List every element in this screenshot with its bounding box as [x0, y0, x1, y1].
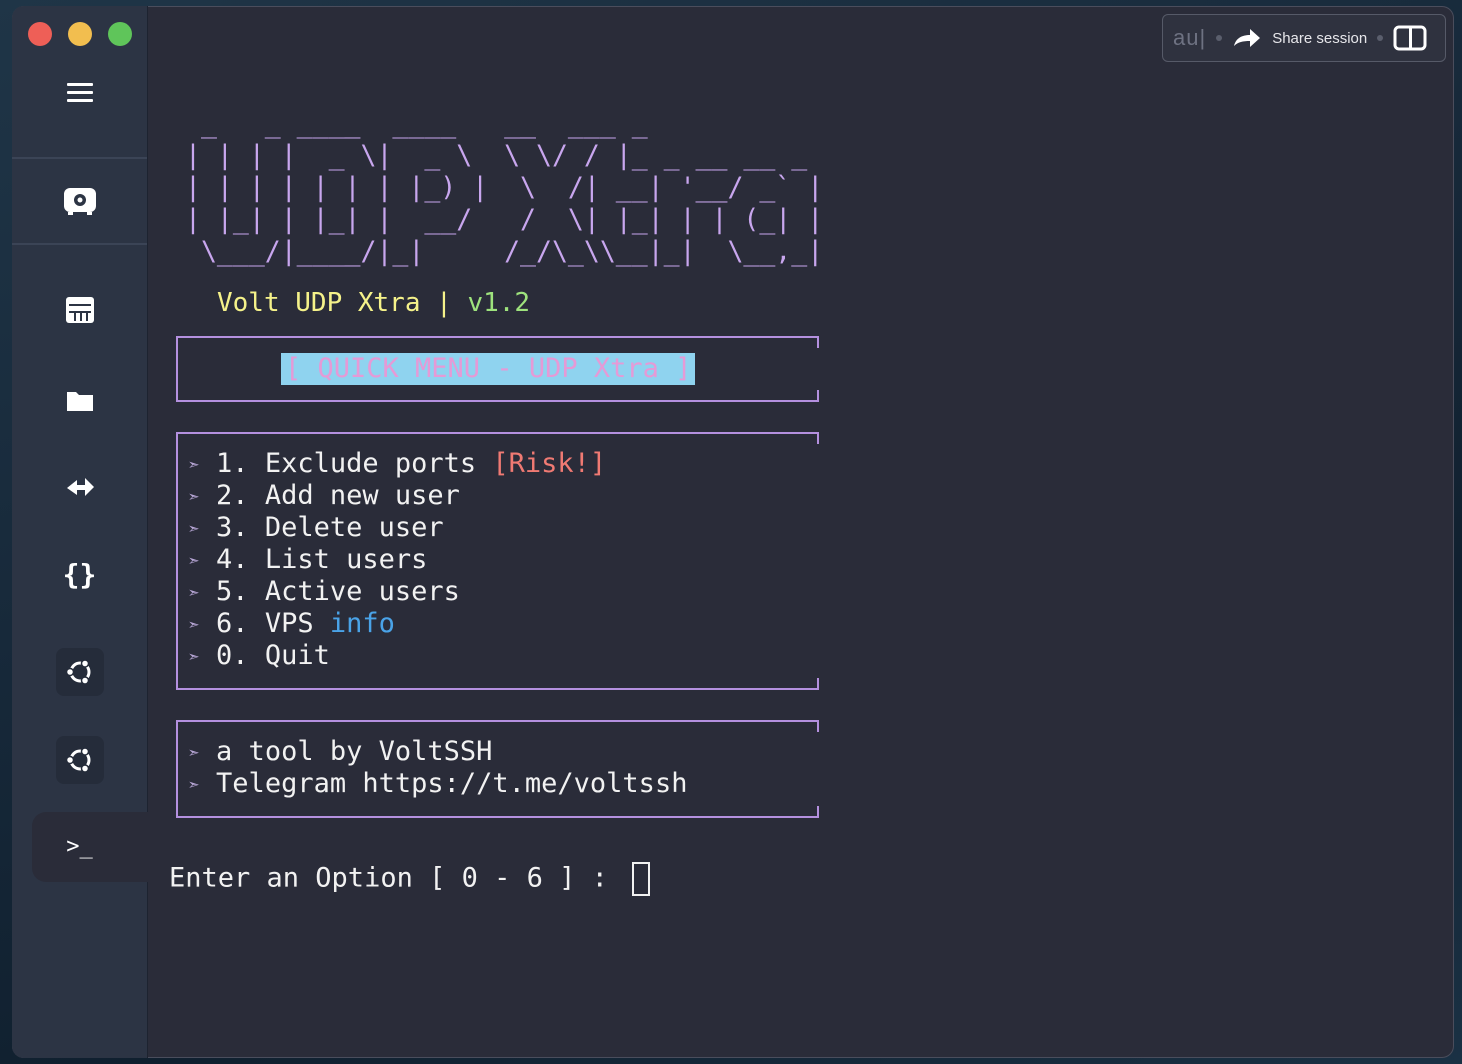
- menu-item: ➣ 0. Quit: [188, 640, 330, 671]
- menu-item: ➣ 4. List users: [188, 544, 427, 575]
- menu-item-label: 1. Exclude ports: [216, 448, 493, 479]
- menu-item-label: 6. VPS: [216, 608, 330, 639]
- share-session-button[interactable]: Share session: [1272, 30, 1367, 47]
- arrow-icon: ➣: [188, 452, 201, 477]
- menu-item-label: 5. Active users: [216, 576, 460, 607]
- sidebar: {} >_: [12, 6, 152, 1058]
- port-forwarding-icon[interactable]: [12, 474, 147, 505]
- menu-box: ➣ 1. Exclude ports [Risk!] ➣ 2. Add new us…: [176, 432, 819, 690]
- share-arrow-icon[interactable]: [1232, 26, 1262, 50]
- arrow-icon: ➣: [188, 772, 201, 797]
- menu-item: ➣ 6. VPS info: [188, 608, 395, 639]
- option-prompt[interactable]: Enter an Option [ 0 - 6 ] :: [169, 862, 651, 896]
- risk-label: [Risk!]: [492, 448, 607, 479]
- menu-item-label: 3. Delete user: [216, 512, 444, 543]
- arrow-icon: ➣: [188, 516, 201, 541]
- close-window-button[interactable]: [28, 22, 52, 46]
- arrow-icon: ➣: [188, 740, 201, 765]
- arrow-icon: ➣: [188, 548, 201, 573]
- separator-dot: [1377, 35, 1384, 41]
- arrow-icon: ➣: [188, 612, 201, 637]
- credits-line: ➣ Telegram https://t.me/voltssh: [188, 768, 687, 799]
- menu-item-label: 2. Add new user: [216, 480, 460, 511]
- sidebar-divider: [12, 157, 147, 159]
- arrow-icon: ➣: [188, 644, 201, 669]
- info-label: info: [329, 608, 395, 639]
- ascii-banner: _ _ ____ ____ __ ___ _ | | | | _ \| _ \ …: [185, 108, 824, 267]
- menu-item-label: 0. Quit: [216, 640, 330, 671]
- credits-line: ➣ a tool by VoltSSH: [188, 736, 492, 767]
- menu-item: ➣ 1. Exclude ports [Risk!]: [188, 448, 606, 479]
- ubuntu-host-icon[interactable]: [12, 736, 147, 784]
- separator-dot: [1216, 35, 1223, 41]
- terminal-icon[interactable]: >_: [12, 834, 147, 859]
- menu-item: ➣ 2. Add new user: [188, 480, 460, 511]
- typed-text: au|: [1173, 25, 1207, 50]
- minimize-window-button[interactable]: [68, 22, 92, 46]
- menu-item: ➣ 3. Delete user: [188, 512, 444, 543]
- menu-item: ➣ 5. Active users: [188, 576, 460, 607]
- arrow-icon: ➣: [188, 484, 201, 509]
- app-window: {} >_ _ _ ____ ____ __ ___ _ | | | | _ \…: [12, 6, 1454, 1058]
- split-view-icon[interactable]: [1393, 25, 1427, 51]
- snippets-icon[interactable]: {}: [12, 558, 147, 591]
- quick-menu-title: [ QUICK MENU - UDP Xtra ]: [281, 353, 696, 385]
- credits-box: ➣ a tool by VoltSSH ➣ Telegram https://t.m…: [176, 720, 819, 818]
- quick-menu-box: [ QUICK MENU - UDP Xtra ]: [176, 336, 819, 402]
- hosts-icon[interactable]: [12, 296, 147, 329]
- sftp-folder-icon[interactable]: [12, 388, 147, 417]
- zoom-window-button[interactable]: [108, 22, 132, 46]
- arrow-icon: ➣: [188, 580, 201, 605]
- terminal-area[interactable]: _ _ ____ ____ __ ___ _ | | | | _ \| _ \ …: [147, 6, 1454, 1058]
- telegram-link[interactable]: Telegram https://t.me/voltssh: [216, 768, 687, 799]
- app-subtitle: Volt UDP Xtra | v1.2: [217, 288, 530, 318]
- prompt-text: Enter an Option [ 0 - 6 ] :: [169, 862, 625, 894]
- terminal-cursor: [632, 862, 651, 896]
- session-toolbar: au| Share session: [1162, 14, 1446, 62]
- vault-icon[interactable]: [12, 186, 147, 221]
- credits-text: a tool by VoltSSH: [216, 736, 493, 767]
- ubuntu-host-icon[interactable]: [12, 648, 147, 696]
- subtitle-text: Volt UDP Xtra |: [217, 288, 468, 318]
- menu-item-label: 4. List users: [216, 544, 428, 575]
- sidebar-divider: [12, 243, 147, 245]
- menu-icon[interactable]: [12, 78, 147, 107]
- version-label: v1.2: [467, 288, 531, 318]
